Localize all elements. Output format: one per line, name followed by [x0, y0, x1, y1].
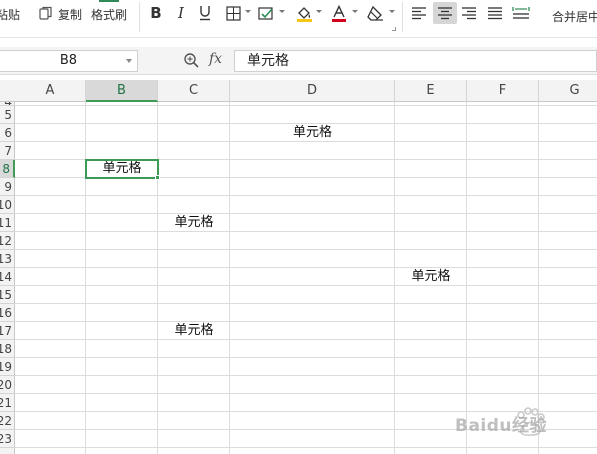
formula-bar: B8 fx 单元格	[0, 47, 597, 75]
cell-style-icon[interactable]	[257, 4, 275, 22]
row-header-5[interactable]: 5	[0, 106, 15, 124]
row-header-12[interactable]: 12	[0, 232, 15, 250]
clear-dropdown-icon[interactable]	[389, 10, 395, 13]
formula-input[interactable]: 单元格	[234, 50, 597, 72]
italic-icon[interactable]: I	[172, 4, 190, 22]
align-right-icon[interactable]	[460, 4, 478, 22]
copy-button[interactable]: 复制	[58, 6, 82, 23]
grid-line	[15, 105, 597, 106]
cell-c11[interactable]: 单元格	[158, 214, 230, 232]
merge-center-button[interactable]: 合并居中	[552, 8, 597, 25]
fill-color-icon[interactable]	[295, 4, 313, 22]
bold-icon[interactable]: B	[147, 4, 165, 22]
grid-line	[15, 267, 597, 268]
row-header-13[interactable]: 13	[0, 250, 15, 268]
cell-style-dropdown-icon[interactable]	[279, 10, 285, 13]
grid-line	[85, 102, 86, 454]
grid-line	[15, 303, 597, 304]
copy-icon[interactable]	[38, 4, 54, 22]
grid-line	[229, 102, 230, 454]
row-header-20[interactable]: 20	[0, 376, 15, 394]
column-header-d[interactable]: D	[230, 80, 395, 102]
grid-line	[15, 249, 597, 250]
name-box-dropdown-icon[interactable]	[126, 59, 132, 63]
font-color-dropdown-icon[interactable]	[352, 10, 358, 13]
row-header-10[interactable]: 10	[0, 196, 15, 214]
spreadsheet-grid[interactable]: ABCDEFG 45678910111213141516171819202122…	[0, 80, 597, 454]
row-header-14[interactable]: 14	[0, 268, 15, 286]
column-header-c[interactable]: C	[158, 80, 230, 102]
format-painter-icon	[99, 0, 119, 2]
row-header-22[interactable]: 22	[0, 412, 15, 430]
column-header-g[interactable]: G	[539, 80, 597, 102]
grid-line	[15, 213, 597, 214]
grid-line	[15, 393, 597, 394]
row-header-9[interactable]: 9	[0, 178, 15, 196]
cell-c17[interactable]: 单元格	[158, 322, 230, 340]
border-icon[interactable]	[224, 4, 242, 22]
row-header-8[interactable]: 8	[0, 160, 15, 178]
row-header-15[interactable]: 15	[0, 286, 15, 304]
watermark-text: Baidu经验	[455, 416, 548, 436]
paste-button[interactable]: 粘贴	[0, 6, 20, 23]
zoom-search-icon[interactable]	[183, 52, 200, 73]
row-header-7[interactable]: 7	[0, 142, 15, 160]
font-dialog-launcher-icon[interactable]	[392, 27, 396, 31]
column-header-bar: ABCDEFG	[0, 80, 597, 102]
column-header-a[interactable]: A	[15, 80, 86, 102]
row-header-18[interactable]: 18	[0, 340, 15, 358]
column-header-f[interactable]: F	[467, 80, 539, 102]
align-left-icon[interactable]	[410, 4, 428, 22]
column-header-e[interactable]: E	[395, 80, 467, 102]
name-box[interactable]: B8	[0, 50, 138, 72]
row-header-17[interactable]: 17	[0, 322, 15, 340]
grid-line	[15, 285, 597, 286]
grid-line	[15, 231, 597, 232]
grid-line	[15, 357, 597, 358]
clear-icon[interactable]	[365, 4, 385, 22]
row-header-6[interactable]: 6	[0, 124, 15, 142]
grid-line	[15, 321, 597, 322]
justify-icon[interactable]	[486, 4, 504, 22]
cell-d6[interactable]: 单元格	[230, 124, 395, 142]
font-color-icon[interactable]	[330, 4, 348, 22]
border-dropdown-icon[interactable]	[245, 10, 251, 13]
fx-icon[interactable]: fx	[209, 51, 222, 67]
baidu-watermark: Baidu经验	[455, 403, 570, 441]
row-header-19[interactable]: 19	[0, 358, 15, 376]
row-header-23[interactable]: 23	[0, 430, 15, 448]
grid-line	[157, 102, 158, 454]
row-header-16[interactable]: 16	[0, 304, 15, 322]
grid-line	[15, 447, 597, 448]
grid-line	[15, 339, 597, 340]
grid-line	[15, 375, 597, 376]
ribbon-toolbar: 粘贴 复制 格式刷 B I 合并居中	[0, 0, 597, 38]
row-header-bar: 4567891011121314151617181920212223	[0, 102, 15, 454]
fill-handle[interactable]	[155, 175, 160, 180]
underline-icon[interactable]	[196, 4, 214, 22]
distributed-icon[interactable]	[511, 4, 531, 22]
row-header-11[interactable]: 11	[0, 214, 15, 232]
grid-line	[538, 102, 539, 454]
toolbar-divider	[139, 2, 140, 32]
row-header-21[interactable]: 21	[0, 394, 15, 412]
selection-box	[85, 159, 159, 179]
column-header-b[interactable]: B	[86, 80, 158, 102]
grid-line	[15, 195, 597, 196]
cell-e14[interactable]: 单元格	[395, 268, 467, 286]
format-painter-button[interactable]: 格式刷	[91, 6, 127, 23]
align-center-icon[interactable]	[433, 2, 457, 24]
toolbar-divider	[402, 2, 403, 32]
fill-color-dropdown-icon[interactable]	[316, 10, 322, 13]
